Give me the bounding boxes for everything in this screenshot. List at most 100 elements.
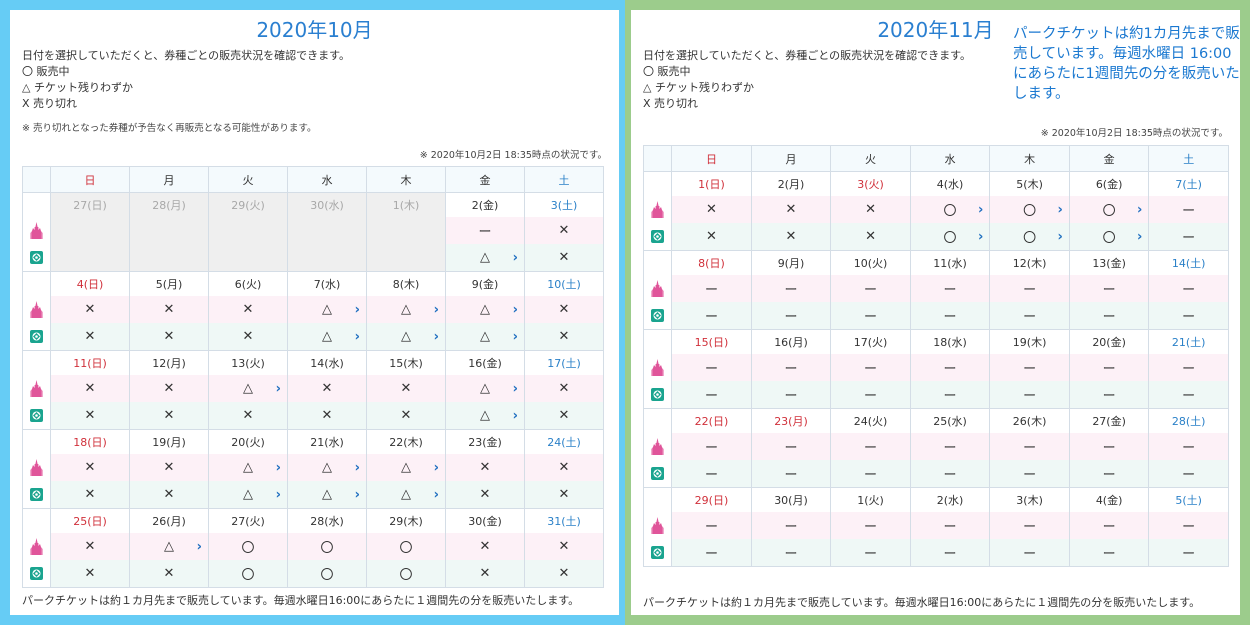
date-cell[interactable]: 5(土) — [1148, 487, 1229, 512]
date-cell[interactable]: 9(金) — [445, 271, 525, 296]
date-cell[interactable]: 2(水) — [909, 487, 990, 512]
chevron-right-icon[interactable]: › — [513, 381, 518, 396]
date-cell[interactable]: 26(月) — [129, 508, 209, 533]
date-cell[interactable]: 20(金) — [1068, 329, 1149, 354]
chevron-right-icon[interactable]: › — [1057, 202, 1062, 217]
chevron-right-icon[interactable]: › — [434, 302, 439, 317]
chevron-right-icon[interactable]: › — [434, 487, 439, 502]
ticket-status-cell[interactable]: △ › — [287, 481, 367, 509]
date-cell[interactable]: 7(水) — [287, 271, 367, 296]
chevron-right-icon[interactable]: › — [355, 329, 360, 344]
chevron-right-icon[interactable]: › — [197, 539, 202, 554]
ticket-status-cell[interactable]: △ › — [445, 375, 525, 402]
date-cell[interactable]: 15(木) — [366, 350, 446, 375]
chevron-right-icon[interactable]: › — [355, 302, 360, 317]
date-cell[interactable]: 4(金) — [1068, 487, 1149, 512]
date-cell[interactable]: 15(日) — [671, 329, 752, 354]
date-cell[interactable]: 17(火) — [830, 329, 911, 354]
date-cell[interactable]: 8(木) — [366, 271, 446, 296]
date-cell[interactable]: 7(土) — [1148, 171, 1229, 196]
ticket-status-cell[interactable]: △ › — [366, 323, 446, 351]
date-cell[interactable]: 28(土) — [1148, 408, 1229, 433]
date-cell[interactable]: 5(木) — [989, 171, 1070, 196]
date-cell[interactable]: 19(木) — [989, 329, 1070, 354]
date-cell[interactable]: 4(水) — [909, 171, 990, 196]
date-cell[interactable]: 12(木) — [989, 250, 1070, 275]
date-cell[interactable]: 11(日) — [50, 350, 130, 375]
date-cell[interactable]: 12(月) — [129, 350, 209, 375]
date-cell[interactable]: 23(月) — [750, 408, 831, 433]
chevron-right-icon[interactable]: › — [276, 487, 281, 502]
ticket-status-cell[interactable]: 〇 › — [989, 196, 1070, 223]
date-cell[interactable]: 24(火) — [830, 408, 911, 433]
ticket-status-cell[interactable]: 〇 › — [1068, 196, 1149, 223]
date-cell[interactable]: 14(水) — [287, 350, 367, 375]
ticket-status-cell[interactable]: △ › — [287, 296, 367, 323]
date-cell[interactable]: 14(土) — [1148, 250, 1229, 275]
chevron-right-icon[interactable]: › — [434, 329, 439, 344]
date-cell[interactable]: 2(金) — [445, 192, 525, 217]
date-cell[interactable]: 13(火) — [208, 350, 288, 375]
date-cell[interactable]: 10(土) — [524, 271, 604, 296]
date-cell[interactable]: 29(木) — [366, 508, 446, 533]
chevron-right-icon[interactable]: › — [513, 302, 518, 317]
date-cell[interactable]: 16(金) — [445, 350, 525, 375]
date-cell[interactable]: 30(金) — [445, 508, 525, 533]
ticket-status-cell[interactable]: △ › — [445, 402, 525, 430]
ticket-status-cell[interactable]: △ › — [208, 375, 288, 402]
date-cell[interactable]: 22(木) — [366, 429, 446, 454]
date-cell[interactable]: 3(土) — [524, 192, 604, 217]
ticket-status-cell[interactable]: △ › — [287, 323, 367, 351]
ticket-status-cell[interactable]: △ › — [129, 533, 209, 560]
date-cell[interactable]: 2(月) — [750, 171, 831, 196]
chevron-right-icon[interactable]: › — [978, 229, 983, 244]
date-cell[interactable]: 10(火) — [830, 250, 911, 275]
date-cell[interactable]: 19(月) — [129, 429, 209, 454]
chevron-right-icon[interactable]: › — [513, 408, 518, 423]
ticket-status-cell[interactable]: 〇 › — [909, 196, 990, 223]
ticket-status-cell[interactable]: △ › — [208, 481, 288, 509]
chevron-right-icon[interactable]: › — [1137, 202, 1142, 217]
date-cell[interactable]: 5(月) — [129, 271, 209, 296]
date-cell[interactable]: 16(月) — [750, 329, 831, 354]
date-cell[interactable]: 21(土) — [1148, 329, 1229, 354]
ticket-status-cell[interactable]: △ › — [208, 454, 288, 481]
date-cell[interactable]: 1(火) — [830, 487, 911, 512]
ticket-status-cell[interactable]: △ › — [287, 454, 367, 481]
date-cell[interactable]: 18(日) — [50, 429, 130, 454]
ticket-status-cell[interactable]: △ › — [445, 244, 525, 272]
date-cell[interactable]: 11(水) — [909, 250, 990, 275]
date-cell[interactable]: 3(火) — [830, 171, 911, 196]
chevron-right-icon[interactable]: › — [434, 460, 439, 475]
date-cell[interactable]: 8(日) — [671, 250, 752, 275]
date-cell[interactable]: 29(日) — [671, 487, 752, 512]
date-cell[interactable]: 22(日) — [671, 408, 752, 433]
date-cell[interactable]: 24(土) — [524, 429, 604, 454]
chevron-right-icon[interactable]: › — [978, 202, 983, 217]
ticket-status-cell[interactable]: 〇 › — [1068, 223, 1149, 251]
date-cell[interactable]: 30(月) — [750, 487, 831, 512]
date-cell[interactable]: 23(金) — [445, 429, 525, 454]
date-cell[interactable]: 4(日) — [50, 271, 130, 296]
date-cell[interactable]: 3(木) — [989, 487, 1070, 512]
ticket-status-cell[interactable]: △ › — [445, 323, 525, 351]
ticket-status-cell[interactable]: △ › — [366, 481, 446, 509]
date-cell[interactable]: 20(火) — [208, 429, 288, 454]
date-cell[interactable]: 27(火) — [208, 508, 288, 533]
chevron-right-icon[interactable]: › — [276, 381, 281, 396]
ticket-status-cell[interactable]: △ › — [366, 454, 446, 481]
date-cell[interactable]: 25(日) — [50, 508, 130, 533]
chevron-right-icon[interactable]: › — [1137, 229, 1142, 244]
date-cell[interactable]: 21(水) — [287, 429, 367, 454]
chevron-right-icon[interactable]: › — [355, 487, 360, 502]
date-cell[interactable]: 9(月) — [750, 250, 831, 275]
date-cell[interactable]: 13(金) — [1068, 250, 1149, 275]
date-cell[interactable]: 31(土) — [524, 508, 604, 533]
date-cell[interactable]: 6(火) — [208, 271, 288, 296]
date-cell[interactable]: 28(水) — [287, 508, 367, 533]
date-cell[interactable]: 25(水) — [909, 408, 990, 433]
ticket-status-cell[interactable]: 〇 › — [989, 223, 1070, 251]
ticket-status-cell[interactable]: △ › — [445, 296, 525, 323]
date-cell[interactable]: 1(日) — [671, 171, 752, 196]
date-cell[interactable]: 17(土) — [524, 350, 604, 375]
